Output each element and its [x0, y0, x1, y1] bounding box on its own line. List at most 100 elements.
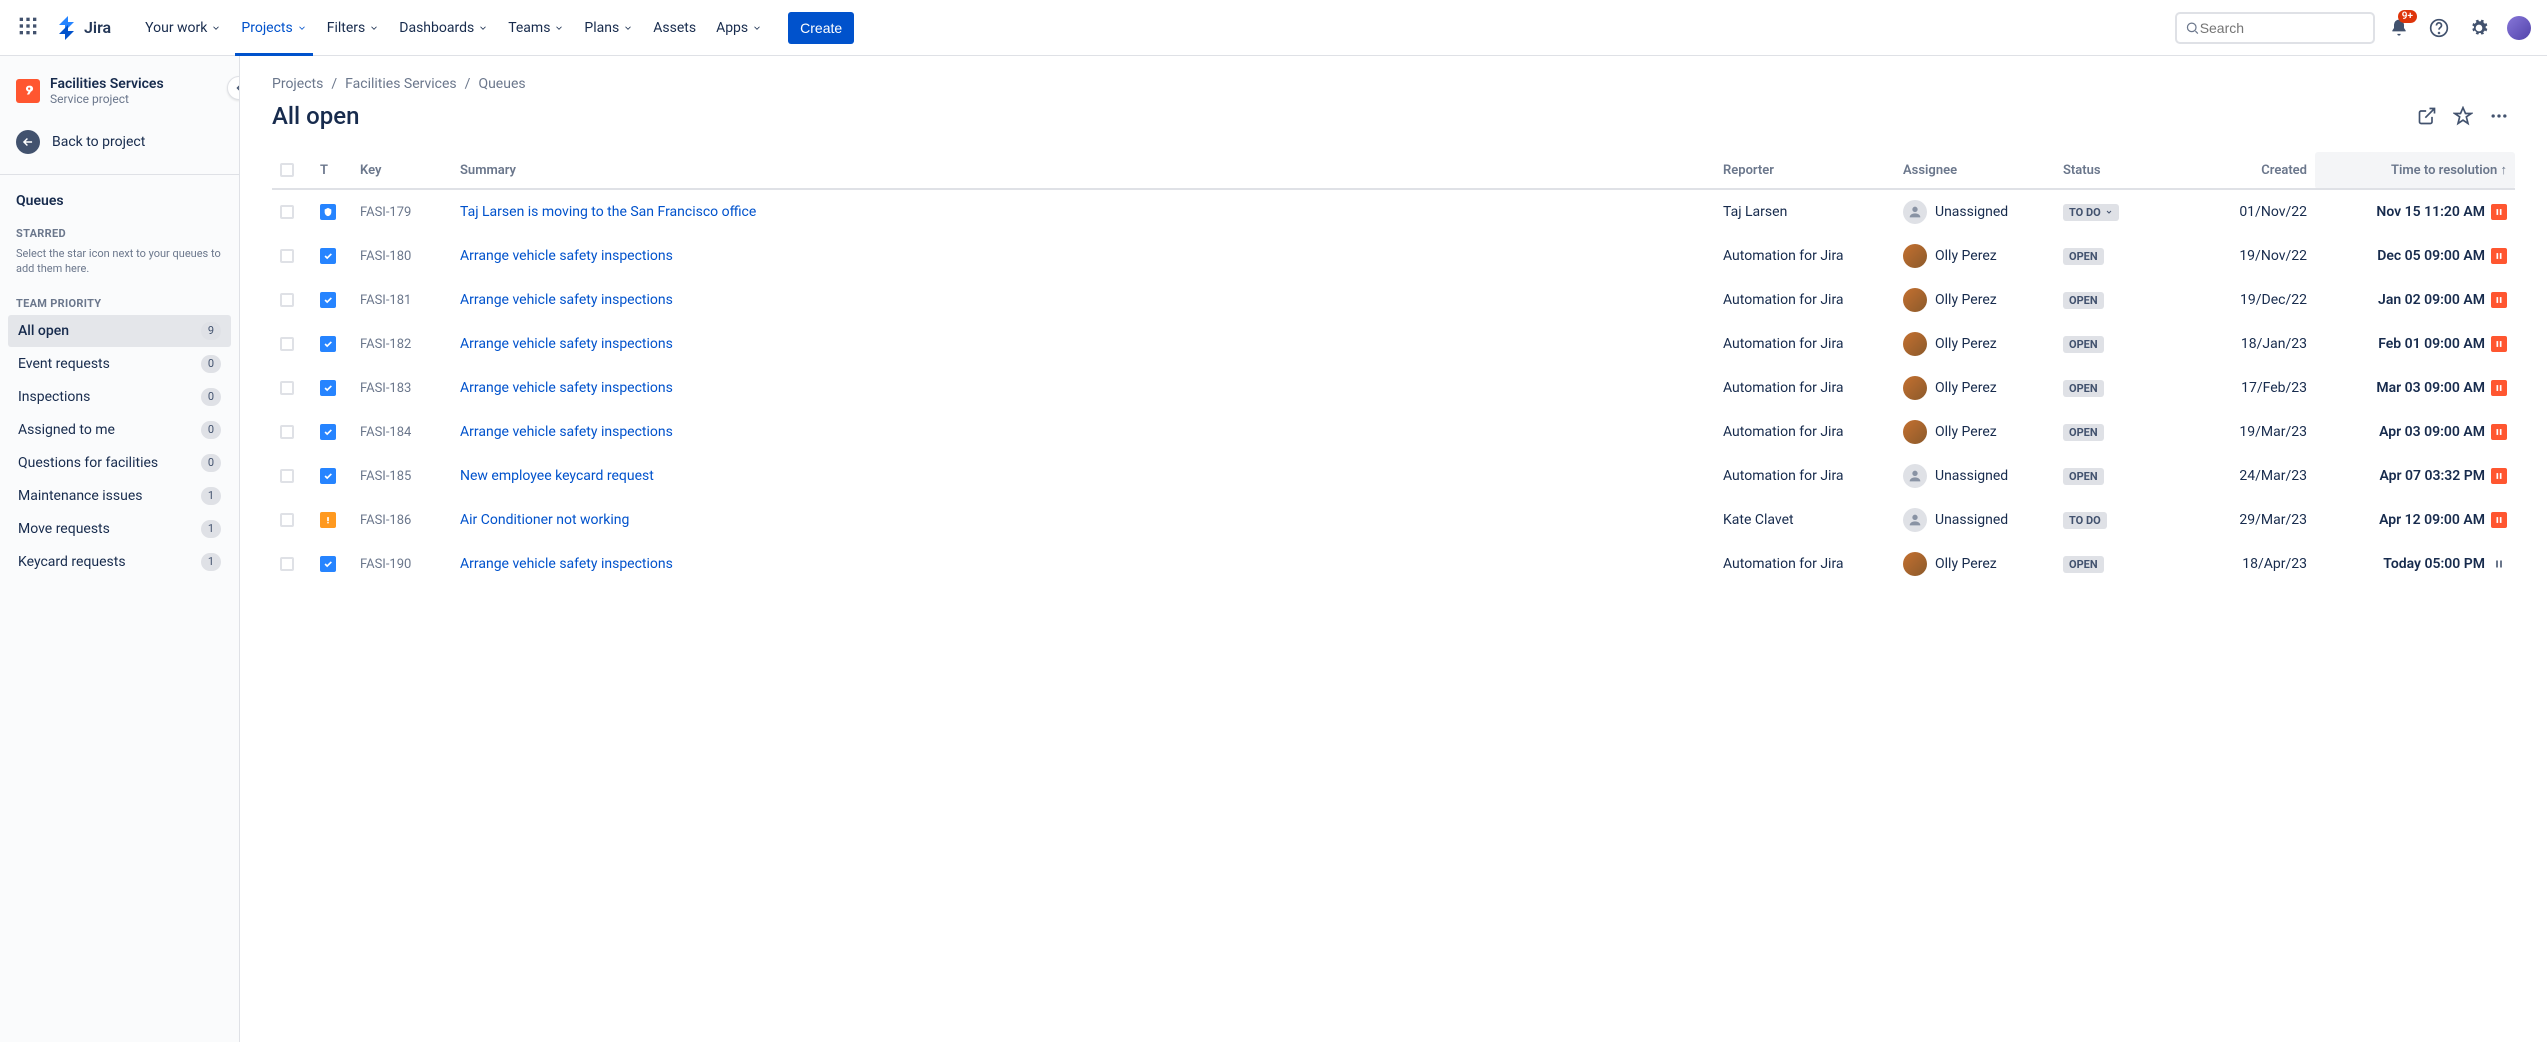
help-button[interactable] [2423, 12, 2455, 44]
project-header[interactable]: Facilities Services Service project [8, 72, 231, 122]
table-row[interactable]: FASI-183 Arrange vehicle safety inspecti… [272, 366, 2515, 410]
column-type[interactable]: T [312, 152, 352, 189]
notifications-button[interactable]: 9+ [2383, 12, 2415, 44]
more-actions-button[interactable] [2483, 100, 2515, 132]
issue-summary-link[interactable]: Arrange vehicle safety inspections [460, 248, 673, 264]
open-external-button[interactable] [2411, 100, 2443, 132]
issue-summary-link[interactable]: Arrange vehicle safety inspections [460, 380, 673, 396]
queue-label: Assigned to me [18, 422, 115, 438]
nav-item-filters[interactable]: Filters [317, 12, 390, 44]
search-box[interactable] [2175, 12, 2375, 44]
nav-item-assets[interactable]: Assets [643, 12, 706, 44]
queue-item-questions-for-facilities[interactable]: Questions for facilities0 [8, 447, 231, 479]
status-badge[interactable]: OPEN [2063, 424, 2104, 441]
queue-item-move-requests[interactable]: Move requests1 [8, 513, 231, 545]
status-badge[interactable]: OPEN [2063, 556, 2104, 573]
table-row[interactable]: FASI-184 Arrange vehicle safety inspecti… [272, 410, 2515, 454]
status-badge[interactable]: OPEN [2063, 380, 2104, 397]
sidebar: Facilities Services Service project Back… [0, 56, 240, 1042]
issue-summary-link[interactable]: New employee keycard request [460, 468, 654, 484]
row-checkbox[interactable] [280, 513, 294, 527]
table-row[interactable]: FASI-182 Arrange vehicle safety inspecti… [272, 322, 2515, 366]
chevron-down-icon [297, 23, 307, 33]
breadcrumb-projects[interactable]: Projects [272, 76, 323, 92]
table-row[interactable]: FASI-185 New employee keycard request Au… [272, 454, 2515, 498]
more-icon [2489, 106, 2509, 126]
row-checkbox[interactable] [280, 381, 294, 395]
nav-item-apps[interactable]: Apps [706, 12, 772, 44]
row-checkbox[interactable] [280, 293, 294, 307]
sla-paused-icon [2491, 512, 2507, 528]
profile-button[interactable] [2503, 12, 2535, 44]
reporter-name: Automation for Jira [1723, 380, 1844, 396]
issue-summary-link[interactable]: Arrange vehicle safety inspections [460, 292, 673, 308]
star-button[interactable] [2447, 100, 2479, 132]
app-switcher-icon[interactable] [12, 10, 44, 46]
issue-type-icon [320, 556, 336, 572]
queue-item-all-open[interactable]: All open9 [8, 315, 231, 347]
row-checkbox[interactable] [280, 205, 294, 219]
select-all-checkbox[interactable] [280, 163, 294, 177]
status-badge[interactable]: OPEN [2063, 468, 2104, 485]
issue-key[interactable]: FASI-180 [360, 249, 411, 264]
nav-item-projects[interactable]: Projects [231, 12, 316, 44]
issue-summary-link[interactable]: Arrange vehicle safety inspections [460, 336, 673, 352]
notification-badge: 9+ [2398, 10, 2417, 23]
status-badge[interactable]: OPEN [2063, 248, 2104, 265]
status-badge[interactable]: TO DO [2063, 204, 2119, 221]
queue-item-maintenance-issues[interactable]: Maintenance issues1 [8, 480, 231, 512]
status-badge[interactable]: OPEN [2063, 292, 2104, 309]
issue-key[interactable]: FASI-181 [360, 293, 411, 308]
create-button[interactable]: Create [788, 12, 854, 44]
back-to-project-link[interactable]: Back to project [8, 122, 231, 162]
nav-item-dashboards[interactable]: Dashboards [389, 12, 498, 44]
assignee-avatar [1903, 464, 1927, 488]
issue-key[interactable]: FASI-185 [360, 469, 411, 484]
settings-button[interactable] [2463, 12, 2495, 44]
table-row[interactable]: FASI-179 Taj Larsen is moving to the San… [272, 189, 2515, 234]
issue-key[interactable]: FASI-183 [360, 381, 411, 396]
column-assignee[interactable]: Assignee [1895, 152, 2055, 189]
table-row[interactable]: FASI-180 Arrange vehicle safety inspecti… [272, 234, 2515, 278]
jira-logo[interactable]: Jira [48, 12, 119, 44]
nav-item-plans[interactable]: Plans [574, 12, 643, 44]
queue-item-assigned-to-me[interactable]: Assigned to me0 [8, 414, 231, 446]
table-row[interactable]: FASI-186 Air Conditioner not working Kat… [272, 498, 2515, 542]
queue-item-inspections[interactable]: Inspections0 [8, 381, 231, 413]
breadcrumb-queues[interactable]: Queues [478, 76, 525, 92]
search-input[interactable] [2200, 20, 2365, 36]
issue-key[interactable]: FASI-190 [360, 557, 411, 572]
issue-summary-link[interactable]: Taj Larsen is moving to the San Francisc… [460, 204, 756, 220]
issue-key[interactable]: FASI-182 [360, 337, 411, 352]
row-checkbox[interactable] [280, 425, 294, 439]
column-key[interactable]: Key [352, 152, 452, 189]
reporter-name: Taj Larsen [1723, 204, 1787, 220]
reporter-name: Automation for Jira [1723, 424, 1844, 440]
issue-key[interactable]: FASI-179 [360, 205, 411, 220]
sla-paused-icon [2491, 248, 2507, 264]
nav-item-teams[interactable]: Teams [498, 12, 574, 44]
nav-item-your-work[interactable]: Your work [135, 12, 231, 44]
created-date: 19/Nov/22 [2239, 248, 2307, 264]
row-checkbox[interactable] [280, 557, 294, 571]
column-created[interactable]: Created [2175, 152, 2315, 189]
column-resolution[interactable]: Time to resolution ↑ [2315, 152, 2515, 189]
issue-key[interactable]: FASI-184 [360, 425, 411, 440]
column-status[interactable]: Status [2055, 152, 2175, 189]
column-summary[interactable]: Summary [452, 152, 1715, 189]
row-checkbox[interactable] [280, 249, 294, 263]
table-row[interactable]: FASI-181 Arrange vehicle safety inspecti… [272, 278, 2515, 322]
issue-summary-link[interactable]: Arrange vehicle safety inspections [460, 424, 673, 440]
issue-summary-link[interactable]: Air Conditioner not working [460, 512, 629, 528]
issue-key[interactable]: FASI-186 [360, 513, 411, 528]
breadcrumb-project[interactable]: Facilities Services [345, 76, 457, 92]
status-badge[interactable]: OPEN [2063, 336, 2104, 353]
column-reporter[interactable]: Reporter [1715, 152, 1895, 189]
queue-item-keycard-requests[interactable]: Keycard requests1 [8, 546, 231, 578]
row-checkbox[interactable] [280, 469, 294, 483]
queue-item-event-requests[interactable]: Event requests0 [8, 348, 231, 380]
row-checkbox[interactable] [280, 337, 294, 351]
issue-summary-link[interactable]: Arrange vehicle safety inspections [460, 556, 673, 572]
status-badge[interactable]: TO DO [2063, 512, 2107, 529]
table-row[interactable]: FASI-190 Arrange vehicle safety inspecti… [272, 542, 2515, 586]
